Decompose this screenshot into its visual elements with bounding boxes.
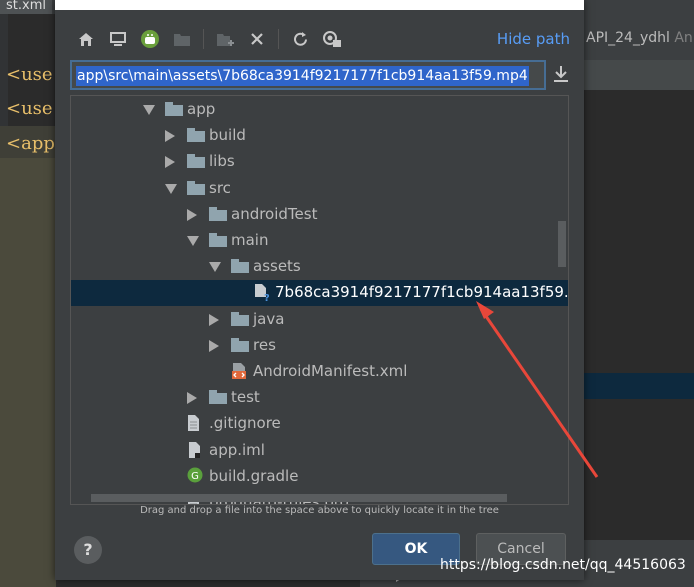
delete-icon[interactable] xyxy=(246,28,268,50)
tree-row[interactable]: test xyxy=(71,385,568,411)
tree-row[interactable]: src xyxy=(71,176,568,202)
tree-item-label: app xyxy=(187,100,216,118)
dialog-titlebar xyxy=(55,0,584,10)
drag-drop-hint: Drag and drop a file into the space abov… xyxy=(140,505,499,516)
tree-row[interactable]: app xyxy=(71,97,568,123)
folder-icon xyxy=(165,102,183,116)
folder-icon xyxy=(187,128,205,143)
vertical-scrollbar[interactable] xyxy=(558,221,566,267)
tree-item-label: .gitignore xyxy=(209,414,281,433)
expand-arrow-icon[interactable] xyxy=(209,339,219,352)
tree-item-label: res xyxy=(253,335,276,354)
desktop-icon[interactable] xyxy=(107,28,129,50)
download-icon[interactable] xyxy=(552,64,570,84)
help-button[interactable]: ? xyxy=(74,536,102,564)
tree-item-label: androidTest xyxy=(231,204,318,223)
tree-row[interactable]: app.iml xyxy=(71,438,568,464)
path-input[interactable]: app\src\main\assets\7b68ca3914f9217177f1… xyxy=(70,60,546,90)
horizontal-scrollbar[interactable] xyxy=(91,494,507,502)
tree-item-label: build xyxy=(209,126,246,145)
watermark-text: https://blog.csdn.net/qq_44516063 xyxy=(440,557,686,573)
tree-row[interactable]: AndroidManifest.xml xyxy=(71,359,568,385)
tree-row[interactable]: libs xyxy=(71,149,568,175)
tree-item-label: build.gradle xyxy=(209,466,299,485)
folder-icon xyxy=(231,311,249,326)
tree-item-label: app.iml xyxy=(209,440,265,459)
tree-item-label: 7b68ca3914f9217177f1cb914aa13f59.m xyxy=(275,283,569,302)
tree-row[interactable]: build xyxy=(71,123,568,149)
tree-item-label: assets xyxy=(253,257,301,276)
folder-icon xyxy=(209,233,227,247)
tree-row[interactable]: Gbuild.gradle xyxy=(71,464,568,490)
tree-item-label: src xyxy=(209,178,231,197)
folder-icon xyxy=(187,154,205,169)
android-project-icon[interactable] xyxy=(139,28,161,50)
editor-tab[interactable]: st.xml xyxy=(0,0,52,14)
toolbar-separator xyxy=(203,29,204,49)
module-folder-icon[interactable] xyxy=(171,28,193,50)
editor-lower-area xyxy=(0,158,56,587)
folder-icon xyxy=(187,180,205,195)
folder-icon xyxy=(209,390,227,405)
tree-row[interactable]: res xyxy=(71,333,568,359)
new-folder-icon[interactable] xyxy=(214,28,236,50)
tree-row[interactable]: ? 7b68ca3914f9217177f1cb914aa13f59.m xyxy=(71,280,569,307)
collapse-arrow-icon[interactable] xyxy=(187,236,199,246)
refresh-icon[interactable] xyxy=(289,28,311,50)
svg-text:G: G xyxy=(191,471,199,482)
tree-row[interactable]: java xyxy=(71,307,568,333)
text-file-icon xyxy=(187,414,201,436)
ide-right-title: API_24_ydhl An xyxy=(586,30,693,46)
tree-row[interactable]: main xyxy=(71,228,568,254)
tree-item-label: AndroidManifest.xml xyxy=(253,362,408,380)
folder-icon xyxy=(209,206,227,221)
show-hidden-icon[interactable] xyxy=(321,28,343,50)
code-line: <app xyxy=(6,133,55,154)
expand-arrow-icon[interactable] xyxy=(209,313,219,326)
tree-row[interactable]: assets xyxy=(71,254,568,280)
folder-icon xyxy=(231,259,249,274)
unknown-file-icon: ? xyxy=(253,283,270,305)
collapse-arrow-icon[interactable] xyxy=(143,105,155,115)
collapse-arrow-icon[interactable] xyxy=(209,262,221,273)
home-icon[interactable] xyxy=(75,28,97,50)
toolbar-separator xyxy=(278,29,279,49)
dialog-toolbar xyxy=(75,28,353,50)
gradle-icon: G xyxy=(187,467,203,487)
expand-arrow-icon[interactable] xyxy=(165,130,175,143)
collapse-arrow-icon[interactable] xyxy=(165,183,177,194)
tree-item-label: libs xyxy=(209,152,235,171)
tree-row[interactable]: androidTest xyxy=(71,202,568,228)
folder-icon xyxy=(231,337,249,352)
ide-right-toolbar xyxy=(570,60,694,90)
expand-arrow-icon[interactable] xyxy=(187,392,197,405)
expand-arrow-icon[interactable] xyxy=(187,208,197,221)
xml-file-icon xyxy=(231,362,247,384)
code-line: <use xyxy=(6,64,53,85)
hide-path-link[interactable]: Hide path xyxy=(497,30,570,48)
code-line: <use xyxy=(6,98,53,119)
svg-text:?: ? xyxy=(264,293,269,301)
expand-arrow-icon[interactable] xyxy=(165,156,175,169)
file-tree[interactable]: proguard-rules.proGbuild.gradleapp.iml.g… xyxy=(70,95,569,505)
iml-file-icon xyxy=(187,441,203,463)
tree-item-label: main xyxy=(231,231,269,249)
tree-row[interactable]: .gitignore xyxy=(71,411,568,437)
select-path-dialog: Hide path app\src\main\assets\7b68ca3914… xyxy=(55,0,584,580)
path-input-text: app\src\main\assets\7b68ca3914f9217177f1… xyxy=(76,66,529,86)
tree-item-label: java xyxy=(253,309,285,328)
tree-item-label: test xyxy=(231,388,260,407)
ide-right-selected-row xyxy=(570,373,694,399)
